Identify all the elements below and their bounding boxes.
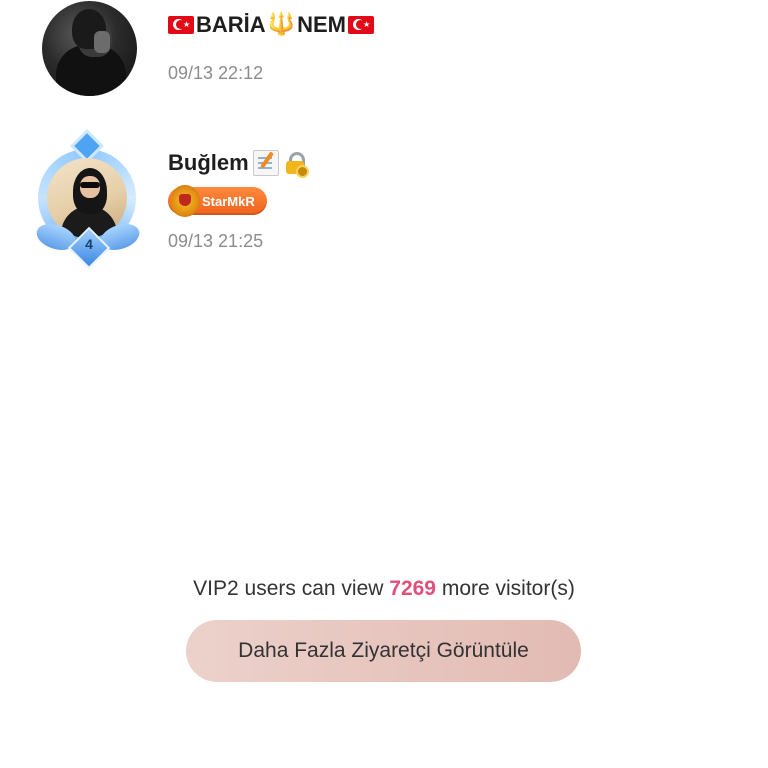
turkish-flag-icon: ★ [168, 16, 194, 34]
visitor-name: Buğlem [168, 150, 309, 178]
vip-notice-suffix: more visitor(s) [441, 577, 575, 600]
badge-label: StarMkR [202, 193, 255, 209]
lock-with-key-icon [283, 151, 309, 178]
avatar-photo-hand [94, 31, 110, 53]
view-more-visitors-button[interactable]: Daha Fazla Ziyaretçi Görüntüle [186, 620, 581, 682]
turkish-flag-icon: ★ [347, 16, 374, 34]
shield-icon [170, 185, 200, 217]
trident-icon: 🔱 [267, 11, 296, 36]
visitor-name: ★ BARİA 🔱 NEM ★ [168, 12, 374, 38]
avatar-photo-coat [56, 45, 126, 96]
visitor-item[interactable]: 4 Buğlem StarMkR 09/13 21:25 [0, 133, 768, 275]
level-number: 4 [85, 236, 93, 252]
avatar[interactable]: 4 [33, 133, 143, 270]
visit-timestamp: 09/13 21:25 [168, 231, 264, 251]
visitor-name-text-2: NEM [297, 12, 346, 37]
visitor-name-text: BARİA [196, 12, 266, 37]
starmaker-badge: StarMkR [168, 185, 267, 217]
memo-icon [252, 150, 279, 176]
vip-notice-prefix: VIP2 users can view [193, 577, 384, 600]
hidden-visitor-count: 7269 [389, 577, 436, 600]
visit-timestamp: 09/13 22:12 [168, 63, 264, 83]
visitor-name-text: Buğlem [168, 150, 249, 175]
avatar[interactable] [42, 1, 137, 96]
visitor-item[interactable]: ★ BARİA 🔱 NEM ★ 09/13 22:12 [0, 0, 768, 110]
vip-notice: VIP2 users can view 7269 more visitor(s) [0, 577, 768, 601]
